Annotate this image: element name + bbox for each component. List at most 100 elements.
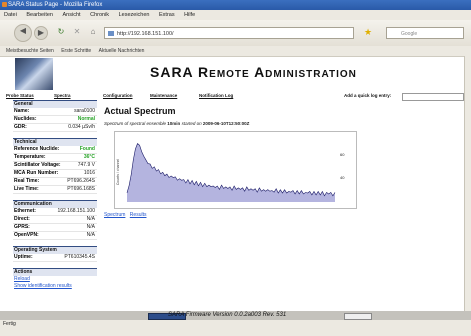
- row-label: GDR:: [14, 124, 27, 130]
- row-value: PT696.168S: [67, 186, 95, 192]
- y-axis-label: Counts / channel: [116, 159, 120, 185]
- bookmark-latest-news[interactable]: Aktuelle Nachrichten: [99, 48, 145, 54]
- nav-probe-status[interactable]: Probe Status: [6, 92, 34, 100]
- status-row: Uptime: PT610345.4S: [13, 254, 97, 262]
- reload-link[interactable]: Reload: [13, 276, 97, 283]
- status-sidebar: General Name: sara0100 Nuclides: Normal GD…: [13, 100, 97, 290]
- firefox-icon: [2, 2, 7, 7]
- top-navigation: Probe Status Spectra Configuration Maint…: [0, 92, 471, 101]
- spectrum-chart: Counts / channel 60 40: [114, 131, 357, 209]
- row-label: Scintillator Voltage:: [14, 162, 61, 168]
- menu-edit[interactable]: Bearbeiten: [26, 12, 53, 18]
- quick-log-input[interactable]: [402, 93, 464, 101]
- row-value: sara0100: [74, 108, 95, 114]
- url-text: http://192.168.151.100/: [117, 31, 174, 37]
- menu-view[interactable]: Ansicht: [63, 12, 81, 18]
- nav-notification-log[interactable]: Notification Log: [199, 92, 233, 100]
- home-button[interactable]: ⌂: [86, 26, 100, 40]
- bookmark-star-icon[interactable]: ★: [364, 27, 372, 38]
- menu-bookmarks[interactable]: Lesezeichen: [119, 12, 150, 18]
- menubar: Datei Bearbeiten Ansicht Chronik Lesezei…: [0, 10, 471, 20]
- subtitle-prefix: Spectrum of spectral ensemble: [104, 121, 167, 126]
- row-value: PT610345.4S: [64, 254, 95, 260]
- spectrum-svg: Counts / channel 60 40: [116, 142, 345, 202]
- status-row: Live Time: PT696.168S: [13, 186, 97, 194]
- status-row: Name: sara0100: [13, 108, 97, 116]
- row-label: Direct:: [14, 216, 30, 222]
- y-tick-label: 60: [340, 152, 345, 157]
- spectrum-subtitle: Spectrum of spectral ensemble 10min star…: [104, 121, 359, 126]
- bookmark-most-visited[interactable]: Meistbesuchte Seiten: [6, 48, 54, 54]
- nav-spectra[interactable]: Spectra: [54, 92, 71, 100]
- row-value: 1016: [83, 170, 95, 176]
- row-value: 747.9 V: [77, 162, 95, 168]
- status-row: GPRS: N/A: [13, 224, 97, 232]
- row-value: 0.034 µSv/h: [68, 124, 95, 130]
- stop-button[interactable]: ✕: [70, 26, 84, 40]
- row-label: Real Time:: [14, 178, 40, 184]
- row-value: Normal: [77, 116, 95, 122]
- page-header: SARA Remote Administration: [10, 58, 471, 92]
- section-technical-heading: Technical: [13, 138, 97, 146]
- firmware-version: SARA Firmware Version 0.0.2a003 Rev. 531: [168, 312, 287, 318]
- status-row: Direct: N/A: [13, 216, 97, 224]
- reload-button[interactable]: ↻: [54, 26, 68, 40]
- row-label: Nuclides:: [14, 116, 37, 122]
- url-bar[interactable]: http://192.168.151.100/: [104, 27, 354, 39]
- status-row: OpenVPN: N/A: [13, 232, 97, 240]
- row-value: PT696.264S: [67, 178, 95, 184]
- status-row: Reference Nuclide: Found: [13, 146, 97, 154]
- back-button[interactable]: ◀: [14, 24, 32, 42]
- row-label: Name:: [14, 108, 30, 114]
- menu-file[interactable]: Datei: [4, 12, 17, 18]
- row-label: OpenVPN:: [14, 232, 39, 238]
- spectrum-link[interactable]: Spectrum: [104, 212, 125, 218]
- row-label: Temperature:: [14, 154, 46, 160]
- page-scrollbar[interactable]: [464, 56, 471, 311]
- menu-help[interactable]: Hilfe: [184, 12, 195, 18]
- section-general-heading: General: [13, 100, 97, 108]
- y-tick-label: 40: [340, 175, 345, 180]
- row-label: MCA Run Number:: [14, 170, 59, 176]
- results-link[interactable]: Results: [130, 212, 147, 218]
- forward-button[interactable]: ▶: [34, 26, 48, 40]
- status-row: Temperature: 36°C: [13, 154, 97, 162]
- menu-history[interactable]: Chronik: [90, 12, 109, 18]
- status-text: Fertig: [3, 321, 16, 327]
- menu-tools[interactable]: Extras: [159, 12, 175, 18]
- nav-maintenance[interactable]: Maintenance: [150, 92, 177, 100]
- row-value: N/A: [86, 232, 95, 238]
- row-value: 36°C: [83, 154, 95, 160]
- row-label: GPRS:: [14, 224, 30, 230]
- section-actions-heading: Actions: [13, 268, 97, 276]
- row-label: Uptime:: [14, 254, 33, 260]
- subtitle-mid: started on: [181, 121, 202, 126]
- window-title: SARA Status Page - Mozilla Firefox: [8, 2, 103, 8]
- page-favicon-icon: [108, 31, 114, 36]
- row-label: Live Time:: [14, 186, 39, 192]
- row-value: Found: [79, 146, 95, 152]
- window-titlebar: SARA Status Page - Mozilla Firefox: [0, 0, 471, 10]
- status-row: Scintillator Voltage: 747.9 V: [13, 162, 97, 170]
- status-row: Real Time: PT696.264S: [13, 178, 97, 186]
- page-title: Actual Spectrum: [104, 106, 176, 116]
- search-placeholder: Google: [401, 31, 418, 37]
- row-label: Reference Nuclide:: [14, 146, 60, 152]
- row-value: 192.168.151.100: [57, 208, 95, 214]
- show-identification-link[interactable]: Show identification results: [13, 283, 97, 290]
- navigation-toolbar: ◀ ▶ ↻ ✕ ⌂ http://192.168.151.100/ ★ Goog…: [0, 20, 471, 47]
- status-row: Nuclides: Normal: [13, 116, 97, 124]
- bookmarks-toolbar: Meistbesuchte Seiten Erste Schritte Aktu…: [0, 46, 471, 57]
- subtitle-duration: 10min: [167, 121, 181, 126]
- subtitle-start-time: 2009-06-10T12:50:00Z: [202, 121, 250, 126]
- main-content: Actual Spectrum Spectrum of spectral ens…: [104, 106, 359, 218]
- row-label: Ethernet:: [14, 208, 36, 214]
- bookmark-getting-started[interactable]: Erste Schritte: [61, 48, 91, 54]
- firmware-badge-secondary: [344, 313, 372, 320]
- status-row: Ethernet: 192.168.151.100: [13, 208, 97, 216]
- section-communication-heading: Communication: [13, 200, 97, 208]
- row-value: N/A: [86, 224, 95, 230]
- search-input[interactable]: Google: [386, 27, 464, 39]
- nav-configuration[interactable]: Configuration: [103, 92, 133, 100]
- sara-logo: [15, 58, 53, 90]
